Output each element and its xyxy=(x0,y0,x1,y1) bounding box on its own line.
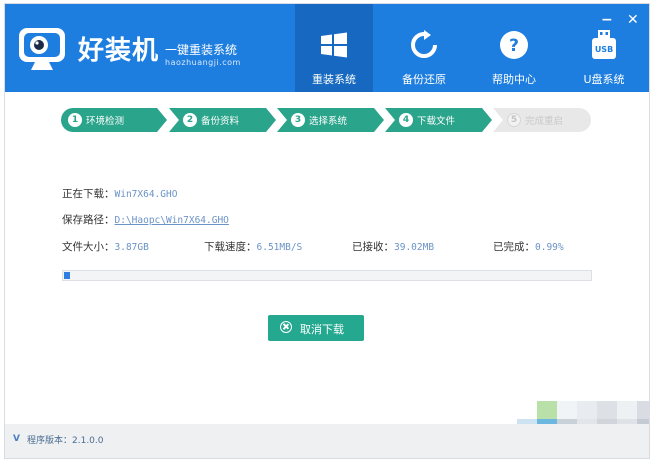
header-bar: 好装机 一键重装系统 haozhuangji.com − ✕ 重装系统 备份还原 xyxy=(5,4,649,92)
completed-value: 0.99% xyxy=(535,242,564,253)
cancel-circle-icon xyxy=(280,321,292,333)
received-value: 39.02MB xyxy=(394,242,435,253)
nav-help-center[interactable]: ? 帮助中心 xyxy=(475,4,553,92)
step-number: 1 xyxy=(68,113,82,127)
step-download-files: 4 下载文件 xyxy=(385,108,493,132)
step-number: 5 xyxy=(507,113,521,127)
step-label: 备份资料 xyxy=(201,116,240,127)
status-footer: V 程序版本：2.1.0.0 xyxy=(5,424,649,458)
nav-backup-restore[interactable]: 备份还原 xyxy=(385,4,463,92)
received-stat: 已接收：39.02MB xyxy=(352,239,434,254)
usb-icon: USB xyxy=(592,30,616,59)
download-progress-bar xyxy=(62,270,592,281)
completed-stat: 已完成：0.99% xyxy=(493,239,564,254)
nav-label: 帮助中心 xyxy=(492,73,536,86)
nav-label: 备份还原 xyxy=(402,73,446,86)
logo-icon xyxy=(19,28,65,70)
version-label: 程序版本：2.1.0.0 xyxy=(27,436,104,446)
installer-window: 好装机 一键重装系统 haozhuangji.com − ✕ 重装系统 备份还原 xyxy=(4,3,650,459)
download-progress-fill xyxy=(64,272,70,279)
usb-icon-text: USB xyxy=(595,45,613,54)
step-number: 4 xyxy=(399,113,413,127)
file-size-stat: 文件大小：3.87GB xyxy=(62,239,149,254)
version-icon: V xyxy=(13,434,20,444)
save-path-row: 保存路径：D:\Haopc\Win7X64.GHO xyxy=(62,212,229,227)
step-label: 完成重启 xyxy=(525,116,564,127)
brand-url: haozhuangji.com xyxy=(165,58,241,67)
download-speed-label: 下载速度： xyxy=(204,241,257,253)
refresh-icon xyxy=(411,30,437,58)
nav-label: U盘系统 xyxy=(583,73,625,86)
cancel-download-button[interactable]: 取消下载 xyxy=(268,315,364,341)
step-finish-restart: 5 完成重启 xyxy=(493,108,591,132)
file-size-value: 3.87GB xyxy=(114,242,149,253)
nav-reinstall-system[interactable]: 重装系统 xyxy=(295,4,373,92)
step-env-check: 1 环境检测 xyxy=(61,108,169,132)
step-number: 2 xyxy=(183,113,197,127)
download-speed-value: 6.51MB/S xyxy=(256,242,303,253)
step-select-system: 3 选择系统 xyxy=(277,108,385,132)
cancel-download-label: 取消下载 xyxy=(300,323,344,336)
step-number: 3 xyxy=(291,113,305,127)
nav-label: 重装系统 xyxy=(312,73,356,86)
received-label: 已接收： xyxy=(352,241,394,253)
downloading-filename: Win7X64.GHO xyxy=(114,189,178,200)
step-backup-data: 2 备份资料 xyxy=(169,108,277,132)
help-icon: ? xyxy=(500,31,528,59)
step-label: 环境检测 xyxy=(86,116,125,127)
step-label: 选择系统 xyxy=(309,116,348,127)
downloading-label: 正在下载： xyxy=(62,188,115,200)
save-path-label: 保存路径： xyxy=(62,214,115,226)
download-speed-stat: 下载速度：6.51MB/S xyxy=(204,239,302,254)
svg-text:?: ? xyxy=(509,36,519,56)
downloading-row: 正在下载：Win7X64.GHO xyxy=(62,186,177,201)
nav-usb-system[interactable]: USB U盘系统 xyxy=(565,4,643,92)
brand-name: 好装机 xyxy=(78,36,160,66)
step-label: 下载文件 xyxy=(417,116,456,127)
windows-icon xyxy=(321,32,347,58)
completed-label: 已完成： xyxy=(493,241,535,253)
brand-slogan: 一键重装系统 xyxy=(165,43,238,57)
file-size-label: 文件大小： xyxy=(62,241,115,253)
save-path-link[interactable]: D:\Haopc\Win7X64.GHO xyxy=(115,215,229,226)
